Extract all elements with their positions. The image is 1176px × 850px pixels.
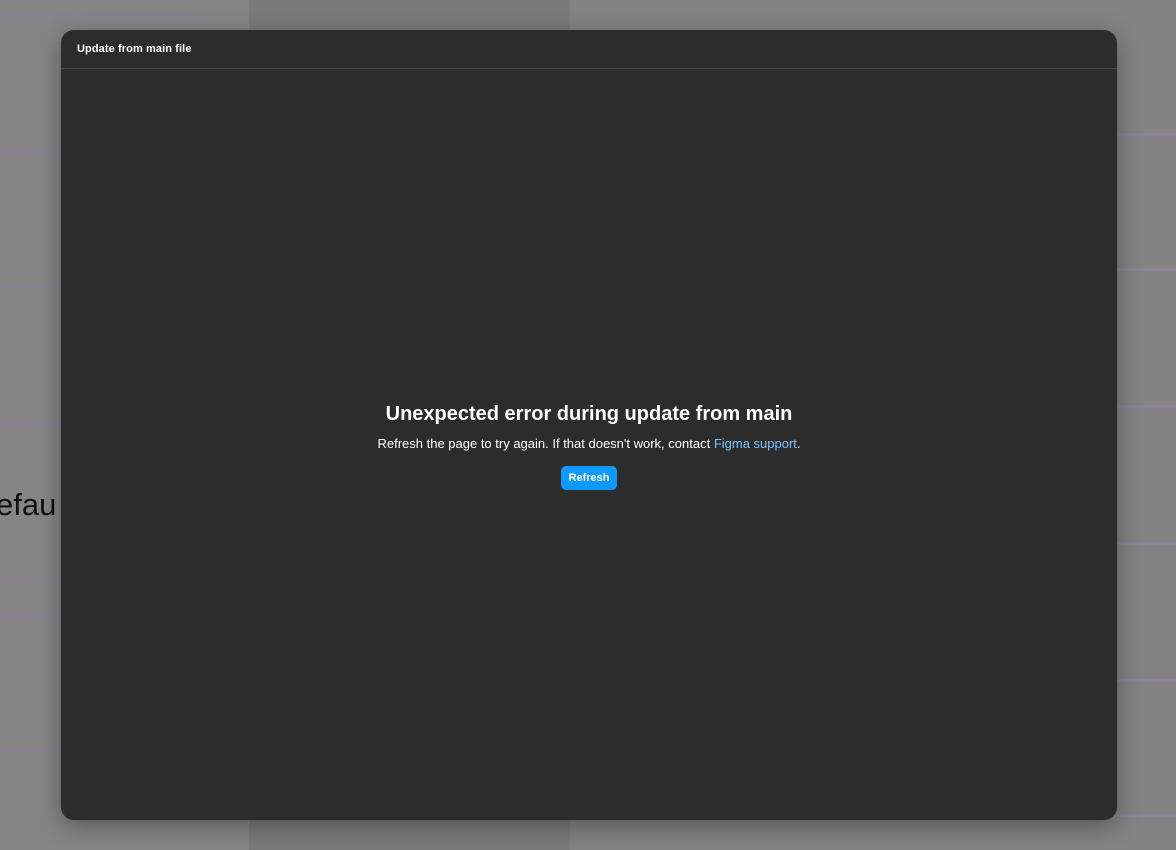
canvas-divider (0, 286, 70, 289)
canvas-divider (0, 749, 70, 752)
modal-header: Update from main file (61, 30, 1117, 69)
error-message: Refresh the page to try again. If that d… (61, 435, 1117, 453)
figma-support-link[interactable]: Figma support (714, 436, 797, 451)
canvas-divider (0, 578, 70, 581)
canvas-divider (0, 616, 70, 619)
canvas-divider (1110, 814, 1176, 817)
error-state: Unexpected error during update from main… (61, 398, 1117, 490)
error-message-text: Refresh the page to try again. If that d… (377, 436, 714, 451)
error-heading: Unexpected error during update from main (385, 403, 793, 425)
canvas-divider (1110, 133, 1176, 136)
error-message-suffix: . (796, 436, 801, 451)
canvas-divider (0, 149, 70, 152)
canvas-divider (0, 423, 70, 426)
canvas-divider (1110, 268, 1176, 271)
update-from-main-modal: Update from main file Unexpected error d… (61, 30, 1117, 820)
refresh-button[interactable]: Refresh (560, 466, 618, 490)
canvas-divider (1110, 679, 1176, 682)
canvas-divider (1110, 405, 1176, 408)
modal-title: Update from main file (77, 43, 192, 55)
canvas-text-fragment: efau (0, 487, 57, 522)
canvas-divider (1110, 542, 1176, 545)
